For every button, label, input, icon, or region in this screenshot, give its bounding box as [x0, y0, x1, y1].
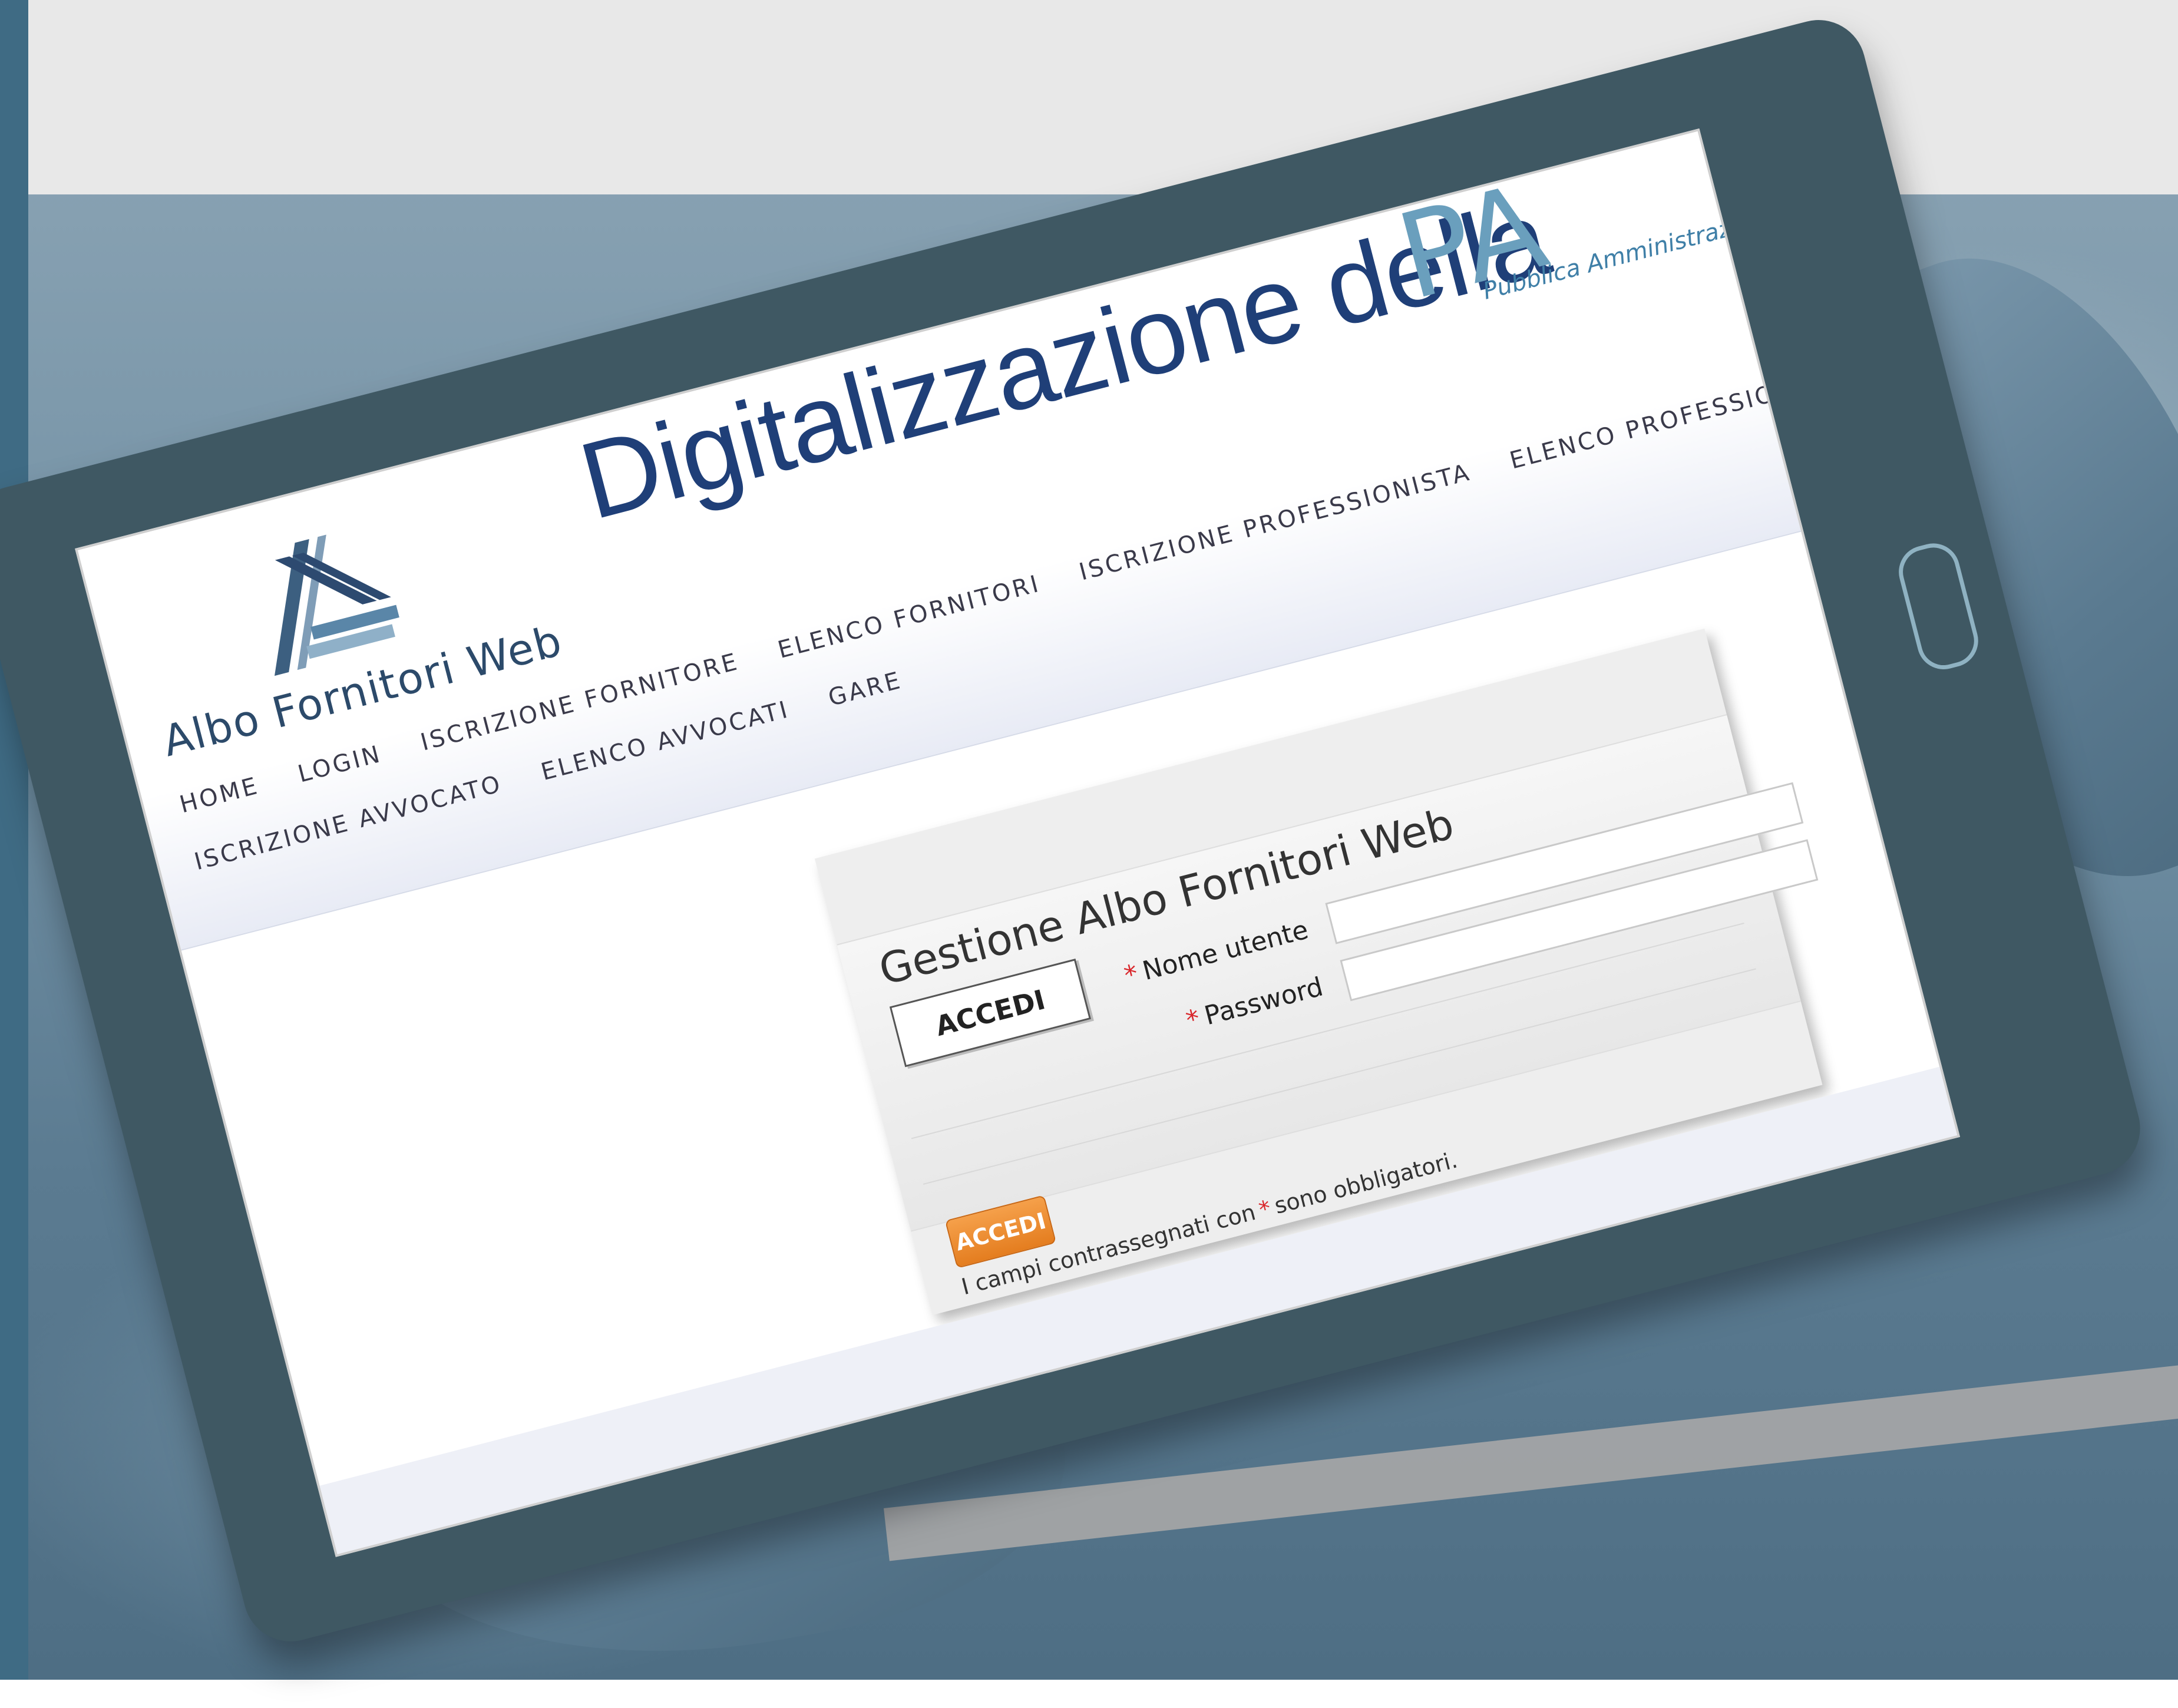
nav-elenco-fornitori[interactable]: ELENCO FORNITORI [775, 570, 1043, 664]
note-required-marker: * [1256, 1195, 1274, 1223]
nav-gare[interactable]: GARE [825, 667, 905, 712]
nav-home[interactable]: HOME [177, 772, 262, 819]
nav-iscrizione-professionista[interactable]: ISCRIZIONE PROFESSIONISTA [1076, 459, 1474, 586]
albo-logo-icon [275, 534, 399, 676]
left-strip [0, 0, 28, 1680]
required-marker: * [1121, 959, 1142, 992]
required-marker: * [1183, 1003, 1204, 1036]
nav-login[interactable]: LOGIN [295, 741, 385, 788]
